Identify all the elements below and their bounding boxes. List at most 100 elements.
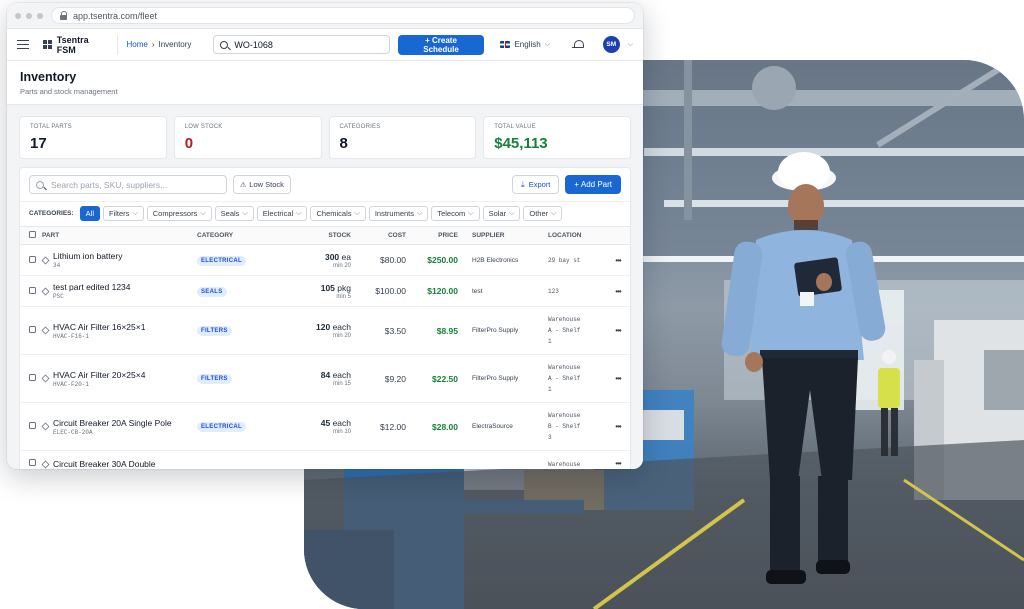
category-chip-filters[interactable]: Filters ⌵ [103, 206, 144, 221]
stock-unit: ea [341, 251, 351, 262]
low-stock-label: Low Stock [249, 180, 284, 189]
price-value: $28.00 [406, 402, 458, 451]
location-line: 1 [548, 386, 552, 393]
column-header-price[interactable]: PRICE [406, 226, 458, 245]
stock-quantity: 45 each [279, 418, 351, 428]
cost-value: $12.00 [351, 402, 406, 451]
address-bar[interactable]: app.tsentra.com/fleet [51, 7, 635, 24]
page-title: Inventory [20, 70, 77, 84]
row-actions-icon[interactable]: ••• [606, 354, 630, 403]
chip-label: Other [529, 209, 549, 218]
table-row[interactable]: Circuit Breaker 20A Single Pole ELEC-CB-… [20, 402, 630, 451]
table-row[interactable]: test part edited 1234 PSC SEALS 105 pkg … [20, 275, 630, 307]
row-actions-icon[interactable]: ••• [606, 450, 630, 469]
table-row[interactable]: HVAC Air Filter 20×25×4 HVAC-F20-1 FILTE… [20, 354, 630, 403]
stock-minimum: min 10 [332, 429, 351, 435]
low-stock-filter-button[interactable]: ⚠ Low Stock [233, 175, 291, 194]
window-maximize-dot[interactable] [37, 12, 43, 19]
stock-qty-value: 120 [316, 322, 331, 332]
brand[interactable]: Tsentra FSM [42, 34, 119, 55]
row-checkbox[interactable] [29, 286, 36, 294]
category-chip-solar[interactable]: Solar ⌵ [482, 206, 521, 221]
column-header-supplier[interactable]: SUPPLIER [458, 226, 548, 245]
chevron-down-icon: ⌵ [200, 209, 206, 217]
parts-search-placeholder: Search parts, SKU, suppliers... [51, 179, 168, 190]
add-part-button[interactable]: + Add Part [565, 175, 621, 194]
bell-icon[interactable] [572, 39, 584, 50]
column-header-location[interactable]: LOCATION [548, 226, 606, 245]
row-checkbox[interactable] [29, 422, 36, 429]
column-header-part[interactable]: PART [42, 226, 197, 245]
column-header-category[interactable]: CATEGORY [197, 226, 279, 245]
table-row[interactable]: Circuit Breaker 30A Double Warehouse ••• [20, 450, 630, 469]
stock-qty-value: 84 [320, 370, 331, 380]
chip-label: Instruments [374, 209, 414, 218]
stock-quantity: 120 each [279, 322, 351, 332]
inventory-panel: Search parts, SKU, suppliers... ⚠ Low St… [19, 167, 631, 469]
global-search-input[interactable]: WO-1068 [213, 35, 390, 54]
export-label: Export [528, 180, 551, 189]
part-name[interactable]: Lithium ion battery [53, 251, 122, 261]
chevron-down-icon[interactable]: ⌵ [628, 41, 633, 49]
category-chip-all[interactable]: All [79, 206, 101, 221]
parts-search-input[interactable]: Search parts, SKU, suppliers... [29, 175, 227, 194]
stat-label: LOW STOCK [184, 124, 223, 130]
supplier-name: ElectraSource [458, 402, 548, 451]
chip-label: Chemicals [316, 209, 352, 218]
part-name[interactable]: HVAC Air Filter 20×25×4 [53, 370, 145, 380]
row-actions-icon[interactable]: ••• [606, 244, 630, 276]
stock-quantity: 84 each [279, 370, 351, 380]
chevron-down-icon: ⌵ [551, 209, 557, 217]
row-actions-icon[interactable]: ••• [606, 275, 630, 307]
category-chip-chemicals[interactable]: Chemicals ⌵ [310, 206, 366, 221]
column-header-cost[interactable]: COST [351, 226, 406, 245]
stock-qty-value: 45 [320, 418, 331, 428]
part-name[interactable]: Circuit Breaker 20A Single Pole [53, 418, 172, 428]
part-name[interactable]: test part edited 1234 [53, 282, 131, 292]
row-actions-icon[interactable]: ••• [606, 402, 630, 451]
window-close-dot[interactable] [15, 12, 21, 19]
stock-qty-value: 105 [320, 282, 335, 293]
column-header-stock[interactable]: STOCK [279, 226, 351, 245]
part-sku: ELEC-CB-20A [53, 428, 93, 436]
export-button[interactable]: ⤓ Export [512, 175, 560, 194]
row-actions-icon[interactable]: ••• [606, 306, 630, 355]
category-chip-telecom[interactable]: Telecom ⌵ [431, 206, 480, 221]
category-chip-electrical[interactable]: Electrical ⌵ [256, 206, 308, 221]
stat-card-low-stock: LOW STOCK 0 [173, 116, 322, 159]
language-selector[interactable]: English ⌵ [500, 40, 550, 49]
part-name[interactable]: Circuit Breaker 30A Double [53, 459, 156, 469]
chevron-down-icon: ⌵ [354, 209, 360, 217]
table-row[interactable]: Lithium ion battery 34 ELECTRICAL 300 ea… [20, 244, 630, 276]
price-value: $8.95 [406, 306, 458, 355]
create-schedule-button[interactable]: + Create Schedule [397, 34, 485, 55]
stock-minimum: min 20 [332, 262, 351, 269]
breadcrumb-home[interactable]: Home [126, 40, 147, 49]
cube-icon [41, 287, 50, 295]
select-all-checkbox[interactable] [29, 231, 36, 238]
row-checkbox[interactable] [29, 459, 36, 466]
category-chip-instruments[interactable]: Instruments ⌵ [368, 206, 429, 221]
category-badge: FILTERS [197, 326, 232, 336]
supplier-name [458, 450, 548, 469]
hamburger-menu-icon[interactable] [17, 40, 29, 49]
row-checkbox[interactable] [29, 326, 36, 333]
row-checkbox[interactable] [29, 374, 36, 381]
cube-icon [41, 460, 50, 469]
grid-icon [42, 40, 52, 49]
category-badge: ELECTRICAL [197, 255, 246, 266]
location-line: 3 [548, 434, 552, 441]
row-checkbox[interactable] [29, 255, 36, 263]
breadcrumb-current: Inventory [158, 40, 192, 49]
category-chip-compressors[interactable]: Compressors ⌵ [146, 206, 212, 221]
part-sku: 34 [53, 262, 61, 269]
cube-icon [41, 374, 50, 383]
part-name[interactable]: HVAC Air Filter 16×25×1 [53, 322, 145, 332]
window-minimize-dot[interactable] [26, 12, 32, 19]
avatar[interactable]: SM [602, 36, 620, 53]
app-header: Tsentra FSM Home › Inventory WO-1068 + C… [7, 29, 643, 61]
category-chip-seals[interactable]: Seals ⌵ [214, 206, 254, 221]
stage: app.tsentra.com/fleet Tsentra FSM Home ›… [0, 0, 1024, 609]
category-chip-other[interactable]: Other ⌵ [523, 206, 563, 221]
table-row[interactable]: HVAC Air Filter 16×25×1 HVAC-F16-1 FILTE… [20, 306, 630, 355]
